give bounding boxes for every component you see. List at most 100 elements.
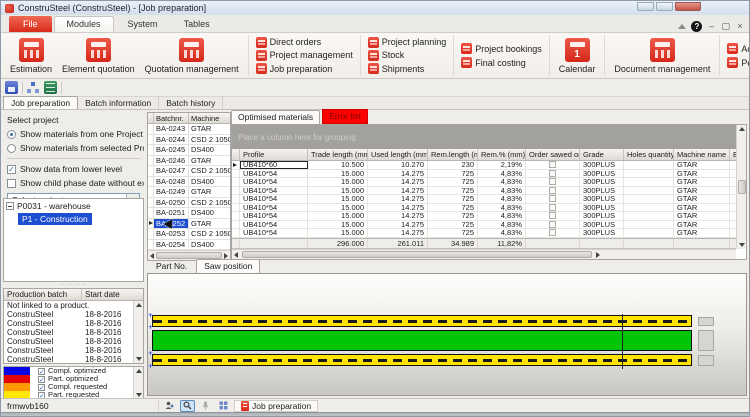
tab-error-list[interactable]: Error list [322, 109, 368, 124]
checkbox-icon[interactable] [549, 195, 556, 202]
checkbox-icon[interactable] [7, 165, 16, 174]
scroll-up-icon[interactable] [136, 303, 142, 307]
tab-system[interactable]: System [116, 17, 170, 32]
stock-button[interactable]: Stock [365, 49, 450, 61]
saw-position-canvas[interactable]: + + + + [147, 273, 747, 396]
column-header[interactable]: Machine name [674, 149, 730, 160]
scroll-thumb[interactable] [156, 252, 222, 259]
check-child-phase[interactable]: Show child phase date without extra/less… [3, 176, 144, 190]
table-row[interactable]: BA-0254DS400 [148, 240, 230, 251]
tab-batch-history[interactable]: Batch history [159, 97, 223, 109]
scroll-down-icon[interactable] [136, 357, 142, 361]
table-row[interactable]: BA-0243GTAR [148, 124, 230, 135]
hierarchy-icon[interactable] [27, 81, 40, 94]
checkbox-icon[interactable] [549, 178, 556, 185]
check-lower-level[interactable]: Show data from lower level [3, 162, 144, 176]
project-management-button[interactable]: Project management [253, 49, 356, 61]
focused-cell[interactable]: UB410*60 [240, 161, 308, 169]
scroll-right-icon[interactable] [224, 253, 228, 259]
table-row[interactable]: ConstruSteel18-8-2016 [4, 310, 143, 319]
table-row[interactable]: UB410*54 15.000 14.275 725 4,83% 300PLUS… [232, 204, 736, 213]
checkbox-icon[interactable] [549, 187, 556, 194]
project-planning-button[interactable]: Project planning [365, 36, 450, 48]
table-row[interactable]: ConstruSteel18-8-2016 [4, 355, 143, 364]
checkbox-icon[interactable] [549, 212, 556, 219]
table-row[interactable]: BA-0246GTAR [148, 156, 230, 167]
tab-file[interactable]: File [9, 16, 52, 32]
scroll-up-icon[interactable] [739, 127, 745, 131]
table-row[interactable]: BA-0248DS400 [148, 177, 230, 188]
table-row[interactable]: BA-0249GTAR [148, 187, 230, 198]
legend-scrollbar[interactable] [133, 367, 143, 399]
column-header[interactable]: Machine name [189, 113, 230, 123]
radio-selected-projects[interactable]: Show materials from selected Projects [3, 141, 144, 155]
column-header[interactable]: Used length (mm) [368, 149, 428, 160]
radio-icon[interactable] [7, 144, 16, 153]
tree-node-root[interactable]: P0031 - warehouse [4, 199, 143, 212]
tab-tables[interactable]: Tables [172, 17, 222, 32]
help-icon[interactable]: ? [691, 21, 702, 32]
table-row[interactable]: UB410*54 15.000 14.275 725 4,83% 300PLUS… [232, 187, 736, 196]
mdi-close-icon[interactable]: × [736, 21, 744, 32]
collapse-icon[interactable] [6, 202, 14, 210]
scroll-thumb[interactable] [738, 180, 746, 194]
column-header[interactable]: Profile [240, 149, 308, 160]
table-row[interactable]: ConstruSteel18-8-2016 [4, 328, 143, 337]
tab-batch-information[interactable]: Batch information [78, 97, 159, 109]
table-row[interactable]: ConstruSteel18-8-2016 [4, 346, 143, 355]
tab-part-no[interactable]: Part No. [149, 260, 194, 273]
table-row[interactable]: UB410*54 15.000 14.275 725 4,83% 300PLUS… [232, 221, 736, 230]
project-bookings-button[interactable]: Project bookings [458, 42, 545, 55]
column-header[interactable]: Production batch [4, 289, 82, 300]
maximize-icon[interactable] [656, 2, 673, 11]
search-icon[interactable] [180, 400, 195, 412]
account-management-button[interactable]: Account management [724, 42, 750, 55]
radio-icon[interactable] [7, 130, 16, 139]
calendar-button[interactable]: Calendar [554, 36, 601, 75]
scroll-down-icon[interactable] [136, 393, 142, 397]
checkbox-icon[interactable] [38, 376, 45, 383]
materials-vscrollbar[interactable] [736, 125, 746, 249]
job-preparation-button[interactable]: Job preparation [253, 63, 356, 75]
add-user-icon[interactable] [162, 400, 177, 412]
mdi-minimize-icon[interactable]: – [707, 21, 715, 32]
checkbox-icon[interactable] [549, 161, 556, 168]
scroll-down-icon[interactable] [739, 243, 745, 247]
export-excel-icon[interactable] [44, 81, 57, 94]
checkbox-icon[interactable] [549, 170, 556, 177]
table-row[interactable]: UB410*54 15.000 14.275 725 4,83% 300PLUS… [232, 170, 736, 179]
table-row[interactable]: UB410*54 15.000 14.275 725 4,83% 300PLUS… [232, 178, 736, 187]
table-row[interactable]: UB410*54 15.000 14.275 725 4,83% 300PLUS… [232, 212, 736, 221]
tab-saw-position[interactable]: Saw position [196, 259, 260, 273]
element-quotation-button[interactable]: Element quotation [57, 36, 140, 75]
table-row[interactable]: UB410*54 15.000 14.275 725 4,83% 300PLUS… [232, 229, 736, 238]
direct-orders-button[interactable]: Direct orders [253, 36, 356, 48]
personnel-administration-button[interactable]: Personnel administration [724, 56, 750, 69]
table-row[interactable]: UB410*60 10.500 10.270 230 2,19% 300PLUS… [232, 161, 736, 170]
scroll-left-icon[interactable] [150, 253, 154, 259]
table-row[interactable]: BA-0251DS400 [148, 208, 230, 219]
title-bar[interactable]: ConstruSteel (ConstruSteel) - [Job prepa… [1, 1, 749, 15]
checkbox-icon[interactable] [7, 179, 16, 188]
column-header[interactable]: Order sawed on len [526, 149, 580, 160]
table-row[interactable]: BA-0250CSD 2 1050 [148, 198, 230, 209]
tree-node-child-selected[interactable]: P1 - Construction [18, 213, 92, 225]
column-header[interactable]: Rem.length (mm) [428, 149, 478, 160]
production-scrollbar[interactable] [133, 301, 143, 363]
checkbox-icon[interactable] [549, 204, 556, 211]
table-row[interactable]: BA-0253CSD 2 1050 [148, 229, 230, 240]
table-row-selected[interactable]: BA-0252 GTAR [148, 219, 230, 230]
active-module-indicator[interactable]: Job preparation [234, 400, 318, 412]
column-header[interactable]: Trade length (mm) [308, 149, 368, 160]
ribbon-collapse-icon[interactable] [678, 24, 686, 29]
save-icon[interactable] [5, 81, 18, 94]
table-row[interactable]: BA-0247CSD 2 1050 [148, 166, 230, 177]
scroll-left-icon[interactable] [234, 252, 238, 258]
checkbox-icon[interactable] [549, 221, 556, 228]
column-header-sorted[interactable]: Rem.% (mm) [478, 149, 526, 160]
table-row[interactable]: ConstruSteel18-8-2016 [4, 319, 143, 328]
shipments-button[interactable]: Shipments [365, 63, 450, 75]
radio-one-project[interactable]: Show materials from one Project [3, 127, 144, 141]
quotation-management-button[interactable]: Quotation management [140, 36, 244, 75]
table-row[interactable]: BA-0245DS400 [148, 145, 230, 156]
